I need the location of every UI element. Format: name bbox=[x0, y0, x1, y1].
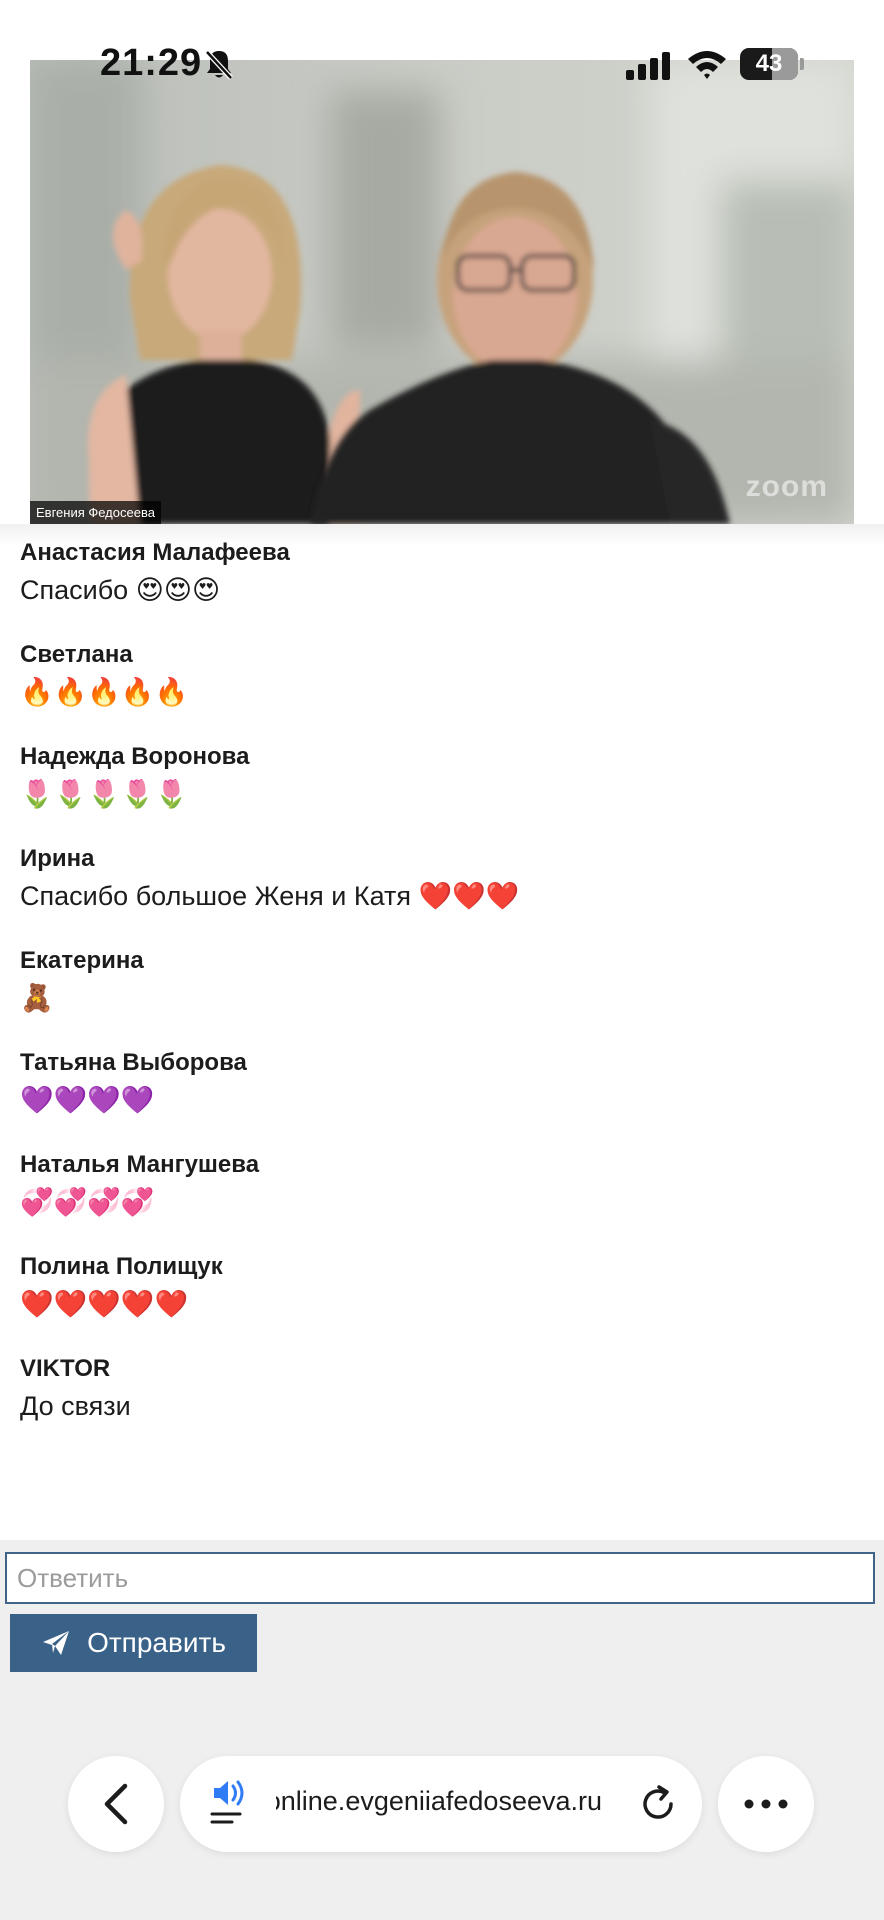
chat-message: Татьяна Выборова 💜💜💜💜 bbox=[20, 1048, 860, 1150]
chat-message: Полина Полищук ❤️❤️❤️❤️❤️ bbox=[20, 1252, 860, 1354]
more-button[interactable] bbox=[718, 1756, 814, 1852]
bell-slash-icon bbox=[205, 50, 233, 80]
message-author: Надежда Воронова bbox=[20, 743, 250, 770]
message-text: 🔥🔥🔥🔥🔥 bbox=[20, 677, 189, 707]
message-author: Екатерина bbox=[20, 947, 144, 974]
reply-input[interactable] bbox=[5, 1552, 875, 1604]
url-text[interactable]: online.evgeniiafedoseeva.ru bbox=[276, 1786, 602, 1817]
battery-tip bbox=[800, 58, 804, 70]
speaker-icon[interactable] bbox=[210, 1778, 250, 1830]
reply-area: Отправить bbox=[0, 1540, 884, 1920]
message-text: Спасибо большое Женя и Катя ❤️❤️❤️ bbox=[20, 881, 520, 911]
url-value: online.evgeniiafedoseeva.ru bbox=[276, 1786, 602, 1816]
wifi-icon bbox=[688, 51, 726, 79]
chat-message: Надежда Воронова 🌷🌷🌷🌷🌷 bbox=[20, 742, 860, 844]
back-button[interactable] bbox=[68, 1756, 164, 1852]
message-text: 💞💞💞💞 bbox=[20, 1187, 155, 1217]
screen: Евгения Федосеева zoom 21:29 43 Анастаси… bbox=[0, 0, 884, 1920]
message-text: 💜💜💜💜 bbox=[20, 1085, 155, 1115]
more-icon bbox=[744, 1799, 788, 1809]
chat-messages[interactable]: Анастасия Малафеева Спасибо 😍😍😍 Светлана… bbox=[0, 530, 884, 1540]
message-author: Ирина bbox=[20, 845, 95, 872]
message-author: VIKTOR bbox=[20, 1355, 111, 1382]
paper-plane-icon bbox=[43, 1631, 70, 1655]
signal-icon bbox=[626, 52, 670, 80]
reload-icon[interactable] bbox=[638, 1784, 678, 1824]
chat-message: Ирина Спасибо большое Женя и Катя ❤️❤️❤️ bbox=[20, 844, 860, 946]
message-author: Полина Полищук bbox=[20, 1253, 223, 1280]
message-text: 🧸 bbox=[20, 983, 54, 1013]
chat-message: Наталья Мангушева 💞💞💞💞 bbox=[20, 1150, 860, 1252]
battery-level: 43 bbox=[755, 50, 783, 77]
message-text: 🌷🌷🌷🌷🌷 bbox=[20, 779, 189, 809]
message-author: Наталья Мангушева bbox=[20, 1151, 260, 1178]
message-author: Светлана bbox=[20, 641, 133, 668]
message-author: Анастасия Малафеева bbox=[20, 539, 290, 566]
chat-message: Анастасия Малафеева Спасибо 😍😍😍 bbox=[20, 538, 860, 640]
back-icon bbox=[104, 1783, 128, 1825]
chat-list: Анастасия Малафеева Спасибо 😍😍😍 Светлана… bbox=[20, 538, 860, 1456]
zoom-watermark: zoom bbox=[745, 470, 828, 503]
message-text: Спасибо 😍😍😍 bbox=[20, 575, 221, 605]
message-text: До связи bbox=[20, 1391, 131, 1421]
message-text: ❤️❤️❤️❤️❤️ bbox=[20, 1289, 189, 1319]
message-author: Татьяна Выборова bbox=[20, 1049, 247, 1076]
status-time: 21:29 bbox=[100, 42, 203, 84]
chat-message: VIKTOR До связи bbox=[20, 1354, 860, 1456]
chat-message: Екатерина 🧸 bbox=[20, 946, 860, 1048]
status-bar: 21:29 43 bbox=[0, 0, 884, 130]
send-button-label: Отправить bbox=[87, 1627, 226, 1658]
video-participant-caption: Евгения Федосеева bbox=[30, 501, 161, 524]
battery-icon: 43 bbox=[740, 48, 798, 80]
address-bar[interactable]: online.evgeniiafedoseeva.ru bbox=[180, 1756, 702, 1852]
chat-message: Светлана 🔥🔥🔥🔥🔥 bbox=[20, 640, 860, 742]
send-button[interactable]: Отправить bbox=[10, 1614, 257, 1672]
